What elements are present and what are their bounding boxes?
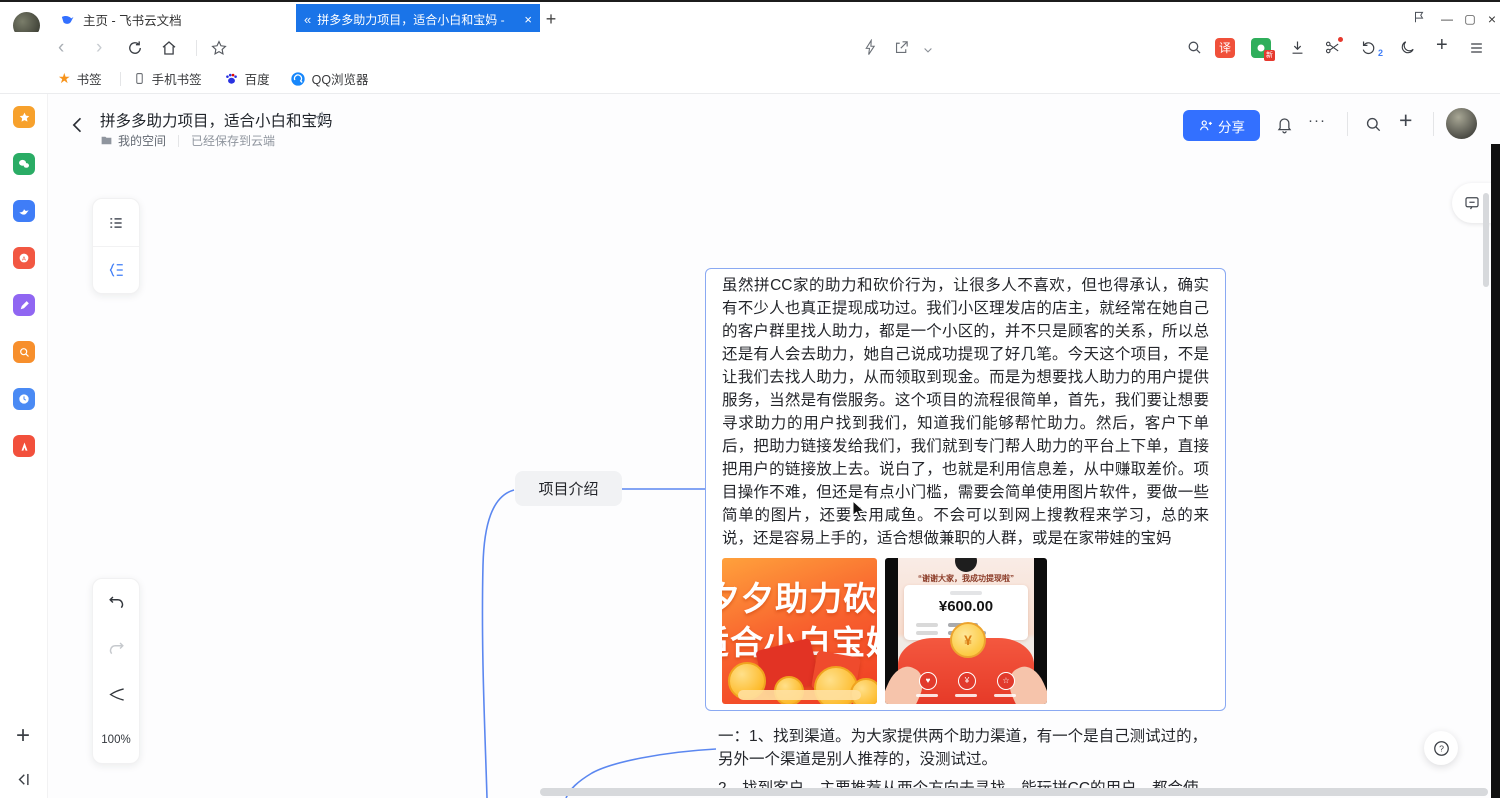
view-switch-toolbar (92, 198, 140, 294)
coin-icon: ¥ (950, 622, 986, 658)
page-add-icon[interactable]: + (16, 722, 30, 750)
phone-avatar (955, 558, 977, 572)
mouse-cursor (852, 500, 866, 520)
zoom-level[interactable]: 100% (93, 717, 139, 763)
promo-line1: 夕夕助力砍 (722, 572, 877, 620)
withdraw-amount: ¥600.00 (904, 598, 1028, 615)
share-action-icon: ♥ (919, 672, 937, 690)
share-action-icon: ¥ (958, 672, 976, 690)
mindmap-node-intro[interactable]: 项目介绍 (515, 471, 622, 506)
vertical-scrollbar-thumb[interactable] (1483, 193, 1489, 287)
action-label-blur (916, 694, 938, 697)
browser-window: 主页 - 飞书云文档 « 拼多多助力项目，适合小白和宝妈 - × + — ▢ ×… (0, 0, 1500, 798)
mindmap-view-button[interactable] (93, 247, 139, 293)
outline-view-button[interactable] (93, 199, 139, 247)
step1-text: 一：1、找到渠道。为大家提供两个助力渠道，有一个是自己测试过的，另外一个渠道是别… (718, 726, 1210, 771)
action-label-blur (955, 694, 977, 697)
action-label-blur (994, 694, 1016, 697)
help-button[interactable]: ? (1424, 731, 1458, 765)
detail-paragraph: 虽然拼CC家的助力和砍价行为，让很多人不喜欢，但也得承认，确实有不少人也真正提现… (722, 274, 1209, 550)
screen-right-black-edge (1491, 144, 1500, 798)
phone-screen: “谢谢大家，我成功提现啦” ¥600.00 ¥ ♥ ¥ (898, 558, 1034, 704)
red-envelope-bottom: ¥ ♥ ¥ ☆ (898, 638, 1034, 704)
redo-button[interactable] (93, 625, 139, 671)
withdraw-screenshot-image[interactable]: “谢谢大家，我成功提现啦” ¥600.00 ¥ ♥ ¥ (885, 558, 1047, 704)
mindmap-node-detail[interactable]: 虽然拼CC家的助力和砍价行为，让很多人不喜欢，但也得承认，确实有不少人也真正提现… (705, 268, 1226, 711)
promo-image[interactable]: 夕夕助力砍 适合小白宝妈 (722, 558, 877, 704)
svg-text:?: ? (1439, 743, 1444, 753)
detail-row-blur (916, 623, 938, 627)
horizontal-scrollbar-thumb[interactable] (540, 788, 1488, 796)
amount-label-blur (950, 591, 982, 595)
undo-button[interactable] (93, 579, 139, 625)
share-action-icon: ☆ (997, 672, 1015, 690)
withdraw-quote: “谢谢大家，我成功提现啦” (898, 573, 1034, 584)
canvas-nav-toolbar: 100% (92, 578, 140, 764)
collapse-sidebar-icon[interactable] (14, 770, 33, 789)
locate-center-button[interactable] (93, 671, 139, 717)
detail-row-blur (916, 631, 938, 635)
promo-banner-strip (738, 690, 861, 700)
